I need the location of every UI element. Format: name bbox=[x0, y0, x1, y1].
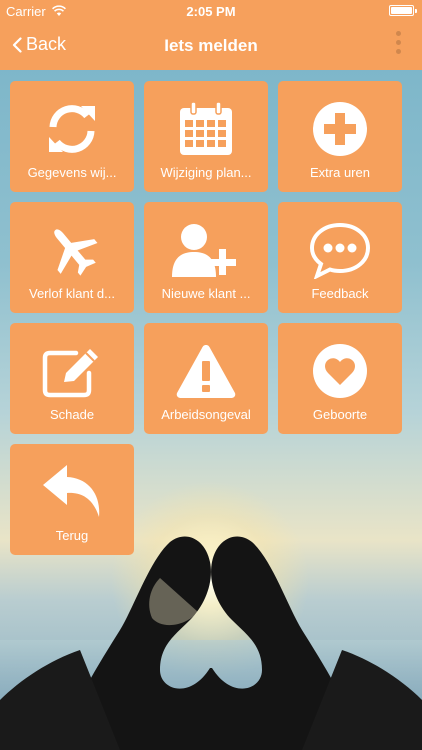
more-dot-icon bbox=[395, 49, 401, 54]
edit-icon bbox=[42, 349, 98, 398]
tile-extra-uren[interactable]: Extra uren bbox=[278, 81, 402, 192]
tile-feedback[interactable]: Feedback bbox=[278, 202, 402, 313]
tile-verlof-klant[interactable]: Verlof klant d... bbox=[10, 202, 134, 313]
tile-label: Terug bbox=[55, 528, 89, 543]
tile-gegevens-wijzigen[interactable]: Gegevens wij... bbox=[10, 81, 134, 192]
tile-label: Nieuwe klant ... bbox=[161, 286, 251, 301]
calendar-icon bbox=[180, 101, 232, 155]
add-user-icon bbox=[172, 224, 236, 277]
more-dot-icon bbox=[395, 31, 401, 36]
tile-wijziging-planning[interactable]: Wijziging plan... bbox=[144, 81, 268, 192]
tile-label: Extra uren bbox=[310, 165, 370, 180]
tile-label: Wijziging plan... bbox=[160, 165, 252, 180]
chat-bubble-icon bbox=[309, 222, 371, 279]
tile-terug[interactable]: Terug bbox=[10, 444, 134, 555]
airplane-icon bbox=[54, 229, 98, 276]
tile-label: Geboorte bbox=[312, 407, 368, 422]
clock: 2:05 PM bbox=[186, 4, 236, 19]
battery-icon bbox=[389, 5, 417, 16]
page-title: Iets melden bbox=[164, 36, 258, 55]
tile-label: Arbeidsongeval bbox=[161, 407, 251, 422]
tile-label: Feedback bbox=[311, 286, 369, 301]
tile-label: Schade bbox=[49, 407, 95, 422]
plus-circle-icon bbox=[313, 102, 367, 156]
tile-schade[interactable]: Schade bbox=[10, 323, 134, 434]
more-dot-icon bbox=[395, 40, 401, 45]
warning-icon bbox=[176, 345, 236, 398]
tile-geboorte[interactable]: Geboorte bbox=[278, 323, 402, 434]
reply-arrow-icon bbox=[43, 465, 100, 517]
more-options-button[interactable] bbox=[394, 31, 402, 59]
status-bar: Carrier 2:05 PM bbox=[0, 0, 422, 22]
tile-arbeidsongeval[interactable]: Arbeidsongeval bbox=[144, 323, 268, 434]
refresh-icon bbox=[49, 105, 95, 153]
tile-label: Verlof klant d... bbox=[29, 286, 115, 301]
tile-label: Gegevens wij... bbox=[27, 165, 117, 180]
heart-circle-icon bbox=[313, 344, 367, 398]
navigation-bar: Back Iets melden bbox=[0, 22, 422, 70]
tile-nieuwe-klant[interactable]: Nieuwe klant ... bbox=[144, 202, 268, 313]
